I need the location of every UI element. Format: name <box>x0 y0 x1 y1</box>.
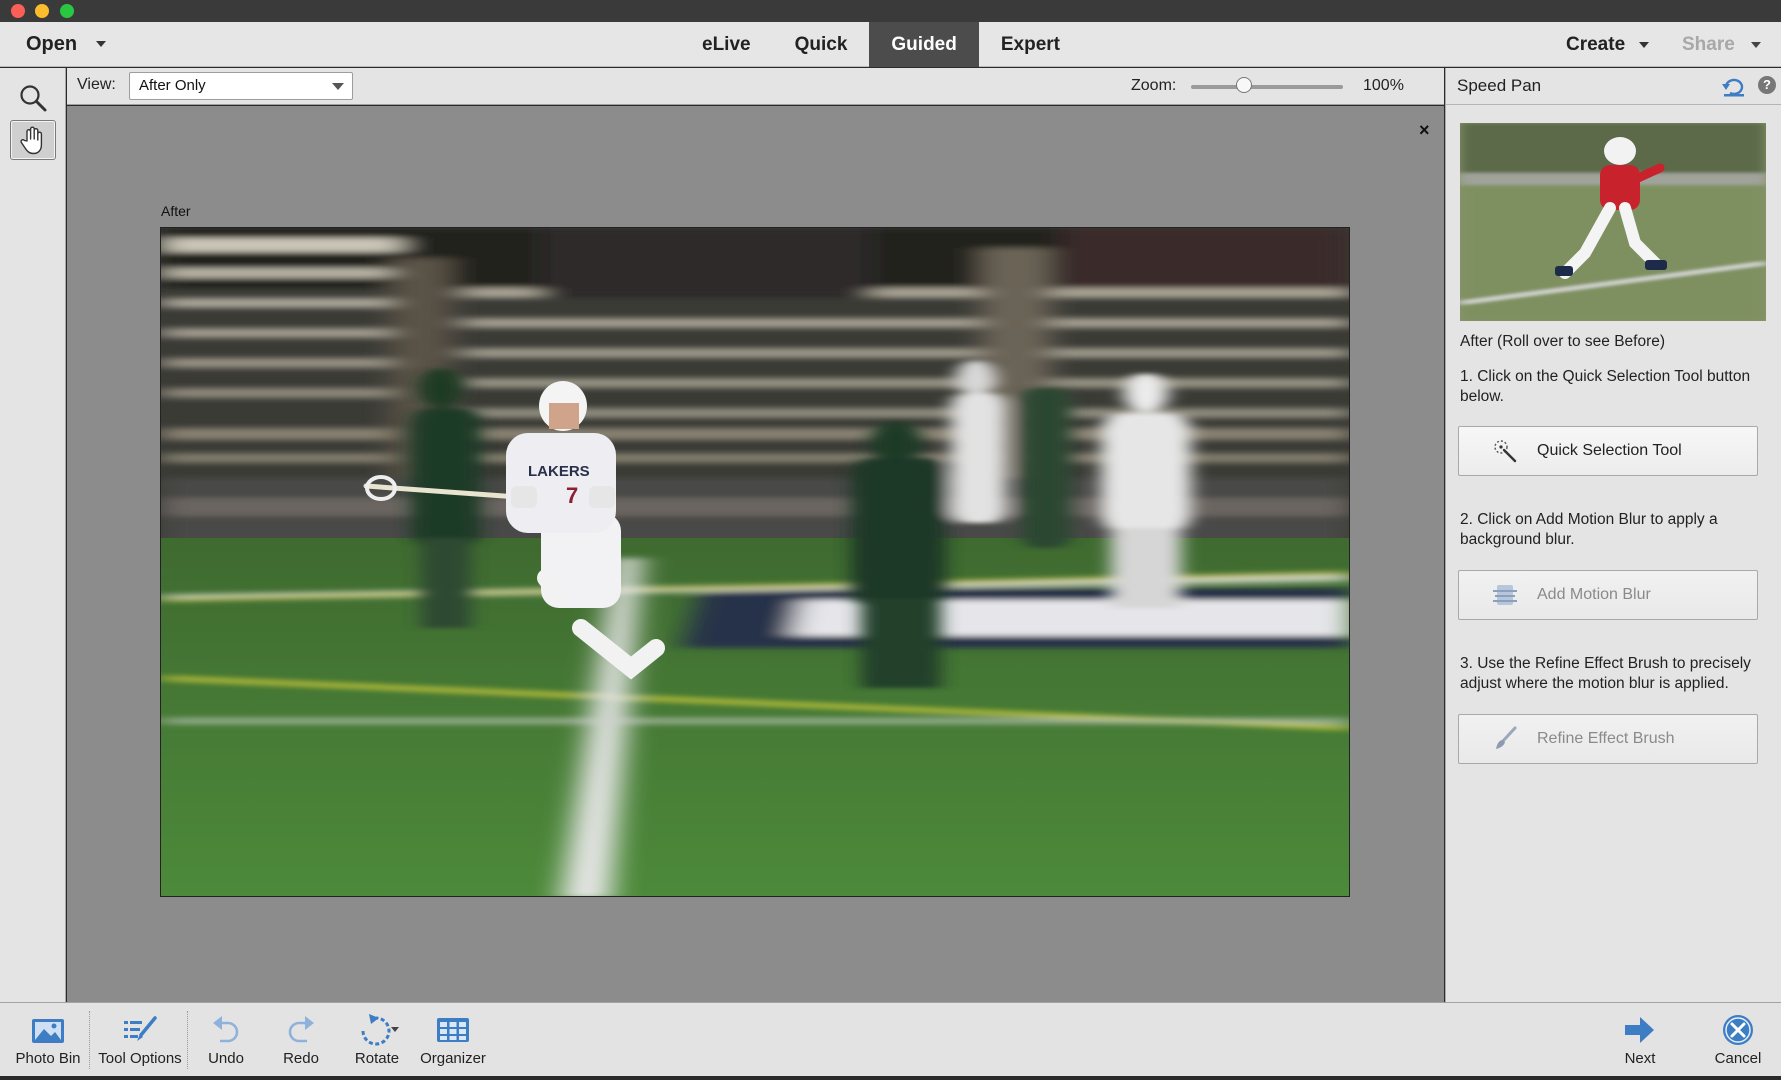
lacrosse-photo-image: LAKERS 7 <box>161 228 1349 896</box>
view-select[interactable]: After Only <box>129 72 353 100</box>
next-label: Next <box>1624 1050 1656 1067</box>
before-after-caption: After (Roll over to see Before) <box>1460 333 1666 350</box>
tool-options-bar: View: After Only Zoom: 100% <box>67 68 1444 105</box>
zoom-value: 100% <box>1363 77 1404 94</box>
redo-icon <box>288 1016 314 1043</box>
bottom-bar: Photo Bin Tool Options Undo Redo Rotate … <box>0 1002 1781 1076</box>
brush-icon <box>1496 726 1517 749</box>
cancel-circle-icon <box>1723 1015 1753 1045</box>
panel-header: Speed Pan ? <box>1446 68 1781 105</box>
example-thumbnail <box>1460 123 1766 321</box>
arrow-right-icon <box>1625 1017 1654 1043</box>
jersey-number: 7 <box>566 483 578 508</box>
zoom-window-button[interactable] <box>60 4 74 18</box>
minimize-window-button[interactable] <box>35 4 49 18</box>
top-bar: Open eLive Quick Guided Expert Create Sh… <box>0 22 1781 67</box>
zoom-label: Zoom: <box>1131 77 1177 94</box>
close-icon[interactable]: × <box>1419 120 1430 141</box>
title-bar <box>0 0 1781 22</box>
refine-effect-brush-button[interactable]: Refine Effect Brush <box>1458 714 1758 764</box>
step-1-text: 1. Click on the Quick Selection Tool but… <box>1460 368 1751 405</box>
separator <box>187 1011 188 1069</box>
tab-elive[interactable]: eLive <box>680 22 773 67</box>
open-button[interactable]: Open <box>26 22 77 67</box>
create-dropdown-caret-icon[interactable] <box>1639 42 1649 48</box>
tool-options-button[interactable]: Tool Options <box>92 1011 188 1073</box>
redo-button[interactable]: Redo <box>271 1011 331 1073</box>
step-3-text: 3. Use the Refine Effect Brush to precis… <box>1460 655 1751 692</box>
next-button[interactable]: Next <box>1610 1011 1670 1073</box>
undo-label: Undo <box>208 1050 244 1067</box>
separator <box>89 1011 90 1069</box>
add-motion-blur-label: Add Motion Blur <box>1537 586 1651 603</box>
photo-bin-icon <box>32 1019 64 1043</box>
refine-effect-brush-label: Refine Effect Brush <box>1537 730 1675 747</box>
hand-icon <box>20 126 43 155</box>
help-icon[interactable]: ? <box>1758 76 1776 94</box>
photoshop-elements-window: Open eLive Quick Guided Expert Create Sh… <box>0 0 1781 1080</box>
magnifier-icon <box>20 85 47 112</box>
panel-title: Speed Pan <box>1457 76 1542 95</box>
quick-selection-icon <box>1494 440 1517 463</box>
open-dropdown-caret-icon[interactable] <box>96 41 106 47</box>
tab-guided[interactable]: Guided <box>869 22 979 67</box>
tab-quick[interactable]: Quick <box>773 22 870 67</box>
tab-expert[interactable]: Expert <box>979 22 1082 67</box>
mode-tabs: eLive Quick Guided Expert <box>680 22 1082 67</box>
photo-bin-label: Photo Bin <box>15 1050 81 1067</box>
view-select-value: After Only <box>139 77 206 94</box>
share-dropdown-caret-icon[interactable] <box>1751 42 1761 48</box>
photo-bin-button[interactable]: Photo Bin <box>8 1011 88 1073</box>
quick-selection-tool-button[interactable]: Quick Selection Tool <box>1458 426 1758 476</box>
view-label: View: <box>77 76 116 93</box>
create-button[interactable]: Create <box>1566 22 1625 67</box>
step-2-text: 2. Click on Add Motion Blur to apply a b… <box>1460 511 1718 548</box>
chevron-down-icon <box>332 83 344 90</box>
close-window-button[interactable] <box>11 4 25 18</box>
cancel-button[interactable]: Cancel <box>1705 1011 1771 1073</box>
lacrosse-photo: LAKERS 7 <box>160 227 1350 897</box>
organizer-label: Organizer <box>420 1050 486 1067</box>
quick-selection-tool-label: Quick Selection Tool <box>1537 442 1682 459</box>
share-button[interactable]: Share <box>1682 22 1735 67</box>
motion-blur-icon <box>1493 585 1517 605</box>
organizer-icon <box>437 1018 469 1042</box>
organizer-button[interactable]: Organizer <box>416 1011 490 1073</box>
hand-tool-button[interactable] <box>10 120 56 160</box>
jersey-text: LAKERS <box>528 463 590 480</box>
redo-label: Redo <box>283 1050 319 1067</box>
guided-panel: Speed Pan ? After (Roll over to see Befo… <box>1445 68 1781 1002</box>
rotate-label: Rotate <box>354 1050 400 1067</box>
zoom-tool-button[interactable] <box>10 78 56 118</box>
tool-options-icon <box>124 1016 157 1041</box>
rotate-button[interactable]: Rotate <box>346 1011 408 1073</box>
zoom-slider-thumb[interactable] <box>1236 77 1253 93</box>
zoom-slider-track[interactable] <box>1191 85 1343 89</box>
example-runner-image <box>1460 123 1766 321</box>
image-canvas[interactable]: × After LAKERS 7 <box>67 106 1444 1002</box>
undo-icon <box>213 1016 239 1043</box>
undo-button[interactable]: Undo <box>196 1011 256 1073</box>
reset-panel-icon[interactable] <box>1722 75 1746 97</box>
left-toolbar <box>0 68 66 1002</box>
cancel-label: Cancel <box>1714 1050 1762 1067</box>
after-view-label: After <box>161 203 191 219</box>
rotate-icon <box>361 1014 399 1046</box>
tool-options-label: Tool Options <box>98 1050 182 1067</box>
add-motion-blur-button[interactable]: Add Motion Blur <box>1458 570 1758 620</box>
